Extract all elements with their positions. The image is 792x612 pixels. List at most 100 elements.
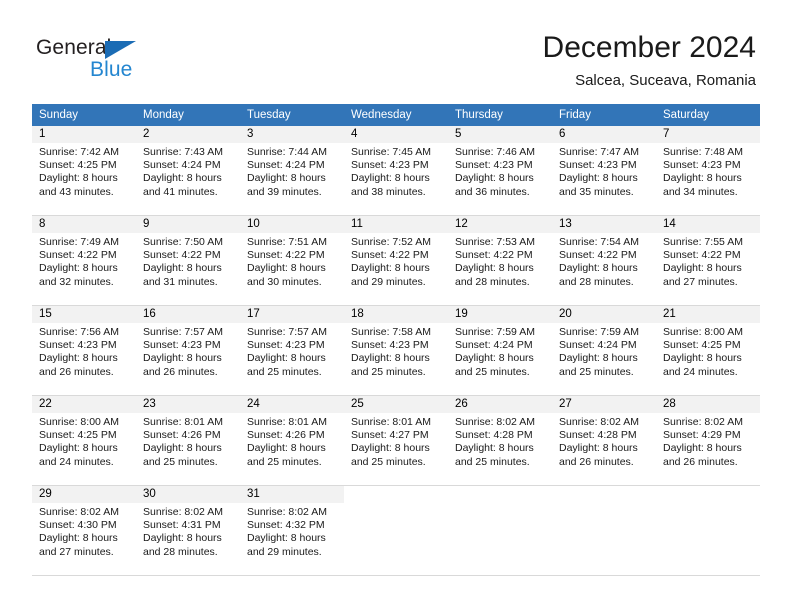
day-cell[interactable]: 4 Sunrise: 7:45 AM Sunset: 4:23 PM Daylight… — [344, 126, 448, 216]
sunrise-text: Sunrise: 7:46 AM — [455, 146, 535, 158]
day-cell[interactable]: 24 Sunrise: 8:01 AM Sunset: 4:26 PM Dayligh… — [240, 395, 344, 486]
daylight-line1: Daylight: 8 hours — [559, 352, 638, 365]
sunset-text: Sunset: 4:32 PM — [247, 519, 325, 532]
sunset-text: Sunset: 4:24 PM — [455, 339, 533, 352]
sunset-text: Sunset: 4:22 PM — [143, 249, 221, 262]
day-cell-empty — [344, 485, 448, 576]
day-number: 24 — [240, 396, 344, 413]
calendar-week-row: 8 Sunrise: 7:49 AM Sunset: 4:22 PM Daylight… — [32, 215, 760, 306]
sunset-text: Sunset: 4:22 PM — [559, 249, 637, 262]
daylight-line2: and 24 minutes. — [39, 455, 114, 468]
day-cell[interactable]: 28 Sunrise: 8:02 AM Sunset: 4:29 PM Dayligh… — [656, 395, 760, 486]
day-cell[interactable]: 10 Sunrise: 7:51 AM Sunset: 4:22 PM Dayligh… — [240, 215, 344, 306]
day-info: Sunrise: 7:59 AM Sunset: 4:24 PM Daylight:… — [448, 323, 552, 379]
sunset-text: Sunset: 4:23 PM — [351, 159, 429, 172]
day-info: Sunrise: 7:46 AM Sunset: 4:23 PM Daylight:… — [448, 143, 552, 199]
day-number: 15 — [32, 306, 136, 323]
sunset-text: Sunset: 4:25 PM — [663, 339, 741, 352]
daylight-line2: and 26 minutes. — [663, 455, 738, 468]
day-cell[interactable]: 27 Sunrise: 8:02 AM Sunset: 4:28 PM Dayligh… — [552, 395, 656, 486]
general-blue-logo[interactable]: General Blue — [36, 36, 196, 84]
sunrise-text: Sunrise: 7:51 AM — [247, 236, 327, 248]
day-cell[interactable]: 18 Sunrise: 7:58 AM Sunset: 4:23 PM Dayligh… — [344, 305, 448, 396]
day-cell[interactable]: 5 Sunrise: 7:46 AM Sunset: 4:23 PM Daylight… — [448, 126, 552, 216]
sunset-text: Sunset: 4:23 PM — [663, 159, 741, 172]
daylight-line1: Daylight: 8 hours — [559, 172, 638, 185]
daylight-line1: Daylight: 8 hours — [143, 352, 222, 365]
daylight-line2: and 31 minutes. — [143, 275, 218, 288]
day-cell[interactable]: 22 Sunrise: 8:00 AM Sunset: 4:25 PM Dayligh… — [32, 395, 136, 486]
day-cell[interactable]: 26 Sunrise: 8:02 AM Sunset: 4:28 PM Dayligh… — [448, 395, 552, 486]
day-cell[interactable]: 23 Sunrise: 8:01 AM Sunset: 4:26 PM Dayligh… — [136, 395, 240, 486]
day-cell[interactable]: 15 Sunrise: 7:56 AM Sunset: 4:23 PM Dayligh… — [32, 305, 136, 396]
day-cell[interactable]: 20 Sunrise: 7:59 AM Sunset: 4:24 PM Dayligh… — [552, 305, 656, 396]
day-info: Sunrise: 7:42 AM Sunset: 4:25 PM Daylight:… — [32, 143, 136, 199]
weekday-header-thursday: Thursday — [448, 104, 552, 126]
day-info: Sunrise: 7:54 AM Sunset: 4:22 PM Daylight:… — [552, 233, 656, 289]
sunrise-text: Sunrise: 7:43 AM — [143, 146, 223, 158]
day-cell[interactable]: 16 Sunrise: 7:57 AM Sunset: 4:23 PM Dayligh… — [136, 305, 240, 396]
day-cell[interactable]: 17 Sunrise: 7:57 AM Sunset: 4:23 PM Dayligh… — [240, 305, 344, 396]
day-cell[interactable]: 7 Sunrise: 7:48 AM Sunset: 4:23 PM Daylight… — [656, 126, 760, 216]
day-cell[interactable]: 14 Sunrise: 7:55 AM Sunset: 4:22 PM Dayligh… — [656, 215, 760, 306]
daylight-line2: and 35 minutes. — [559, 185, 634, 198]
day-cell[interactable]: 2 Sunrise: 7:43 AM Sunset: 4:24 PM Daylight… — [136, 126, 240, 216]
sunset-text: Sunset: 4:27 PM — [351, 429, 429, 442]
day-info: Sunrise: 7:48 AM Sunset: 4:23 PM Daylight:… — [656, 143, 760, 199]
day-number: 9 — [136, 216, 240, 233]
day-cell[interactable]: 19 Sunrise: 7:59 AM Sunset: 4:24 PM Dayligh… — [448, 305, 552, 396]
sunrise-text: Sunrise: 7:49 AM — [39, 236, 119, 248]
day-number: 6 — [552, 126, 656, 143]
sunset-text: Sunset: 4:23 PM — [351, 339, 429, 352]
sunset-text: Sunset: 4:29 PM — [663, 429, 741, 442]
day-info: Sunrise: 8:02 AM Sunset: 4:28 PM Daylight:… — [552, 413, 656, 469]
day-cell[interactable]: 13 Sunrise: 7:54 AM Sunset: 4:22 PM Dayligh… — [552, 215, 656, 306]
sunset-text: Sunset: 4:22 PM — [247, 249, 325, 262]
day-info: Sunrise: 7:53 AM Sunset: 4:22 PM Daylight:… — [448, 233, 552, 289]
daylight-line1: Daylight: 8 hours — [351, 262, 430, 275]
daylight-line1: Daylight: 8 hours — [39, 172, 118, 185]
day-info: Sunrise: 7:59 AM Sunset: 4:24 PM Daylight:… — [552, 323, 656, 379]
day-cell[interactable]: 8 Sunrise: 7:49 AM Sunset: 4:22 PM Daylight… — [32, 215, 136, 306]
daylight-line1: Daylight: 8 hours — [247, 172, 326, 185]
day-info: Sunrise: 7:55 AM Sunset: 4:22 PM Daylight:… — [656, 233, 760, 289]
daylight-line2: and 28 minutes. — [455, 275, 530, 288]
sunset-text: Sunset: 4:23 PM — [559, 159, 637, 172]
sunset-text: Sunset: 4:23 PM — [143, 339, 221, 352]
day-cell[interactable]: 1 Sunrise: 7:42 AM Sunset: 4:25 PM Daylight… — [32, 126, 136, 216]
day-cell-empty — [656, 485, 760, 576]
day-number: 5 — [448, 126, 552, 143]
daylight-line2: and 25 minutes. — [455, 455, 530, 468]
day-info: Sunrise: 8:02 AM Sunset: 4:30 PM Daylight:… — [32, 503, 136, 559]
day-cell[interactable]: 12 Sunrise: 7:53 AM Sunset: 4:22 PM Dayligh… — [448, 215, 552, 306]
day-cell[interactable]: 3 Sunrise: 7:44 AM Sunset: 4:24 PM Daylight… — [240, 126, 344, 216]
day-cell[interactable]: 31 Sunrise: 8:02 AM Sunset: 4:32 PM Dayligh… — [240, 485, 344, 576]
sunrise-text: Sunrise: 8:01 AM — [143, 416, 223, 428]
day-cell[interactable]: 25 Sunrise: 8:01 AM Sunset: 4:27 PM Dayligh… — [344, 395, 448, 486]
day-cell[interactable]: 30 Sunrise: 8:02 AM Sunset: 4:31 PM Dayligh… — [136, 485, 240, 576]
sunrise-text: Sunrise: 8:00 AM — [663, 326, 743, 338]
day-info: Sunrise: 7:44 AM Sunset: 4:24 PM Daylight:… — [240, 143, 344, 199]
day-cell[interactable]: 29 Sunrise: 8:02 AM Sunset: 4:30 PM Dayligh… — [32, 485, 136, 576]
day-cell[interactable]: 6 Sunrise: 7:47 AM Sunset: 4:23 PM Daylight… — [552, 126, 656, 216]
day-cell[interactable]: 21 Sunrise: 8:00 AM Sunset: 4:25 PM Dayligh… — [656, 305, 760, 396]
day-cell[interactable]: 9 Sunrise: 7:50 AM Sunset: 4:22 PM Daylight… — [136, 215, 240, 306]
day-info: Sunrise: 8:00 AM Sunset: 4:25 PM Daylight:… — [656, 323, 760, 379]
daylight-line2: and 25 minutes. — [559, 365, 634, 378]
calendar-week-row: 1 Sunrise: 7:42 AM Sunset: 4:25 PM Daylight… — [32, 126, 760, 216]
day-number: 3 — [240, 126, 344, 143]
day-cell[interactable]: 11 Sunrise: 7:52 AM Sunset: 4:22 PM Dayligh… — [344, 215, 448, 306]
sunset-text: Sunset: 4:30 PM — [39, 519, 117, 532]
sunset-text: Sunset: 4:28 PM — [559, 429, 637, 442]
day-number: 19 — [448, 306, 552, 323]
day-info: Sunrise: 7:43 AM Sunset: 4:24 PM Daylight:… — [136, 143, 240, 199]
daylight-line2: and 27 minutes. — [663, 275, 738, 288]
day-number — [448, 486, 552, 503]
day-info: Sunrise: 7:50 AM Sunset: 4:22 PM Daylight:… — [136, 233, 240, 289]
daylight-line1: Daylight: 8 hours — [247, 352, 326, 365]
day-number: 28 — [656, 396, 760, 413]
sunset-text: Sunset: 4:28 PM — [455, 429, 533, 442]
daylight-line2: and 24 minutes. — [663, 365, 738, 378]
day-number: 30 — [136, 486, 240, 503]
sunrise-text: Sunrise: 8:02 AM — [559, 416, 639, 428]
